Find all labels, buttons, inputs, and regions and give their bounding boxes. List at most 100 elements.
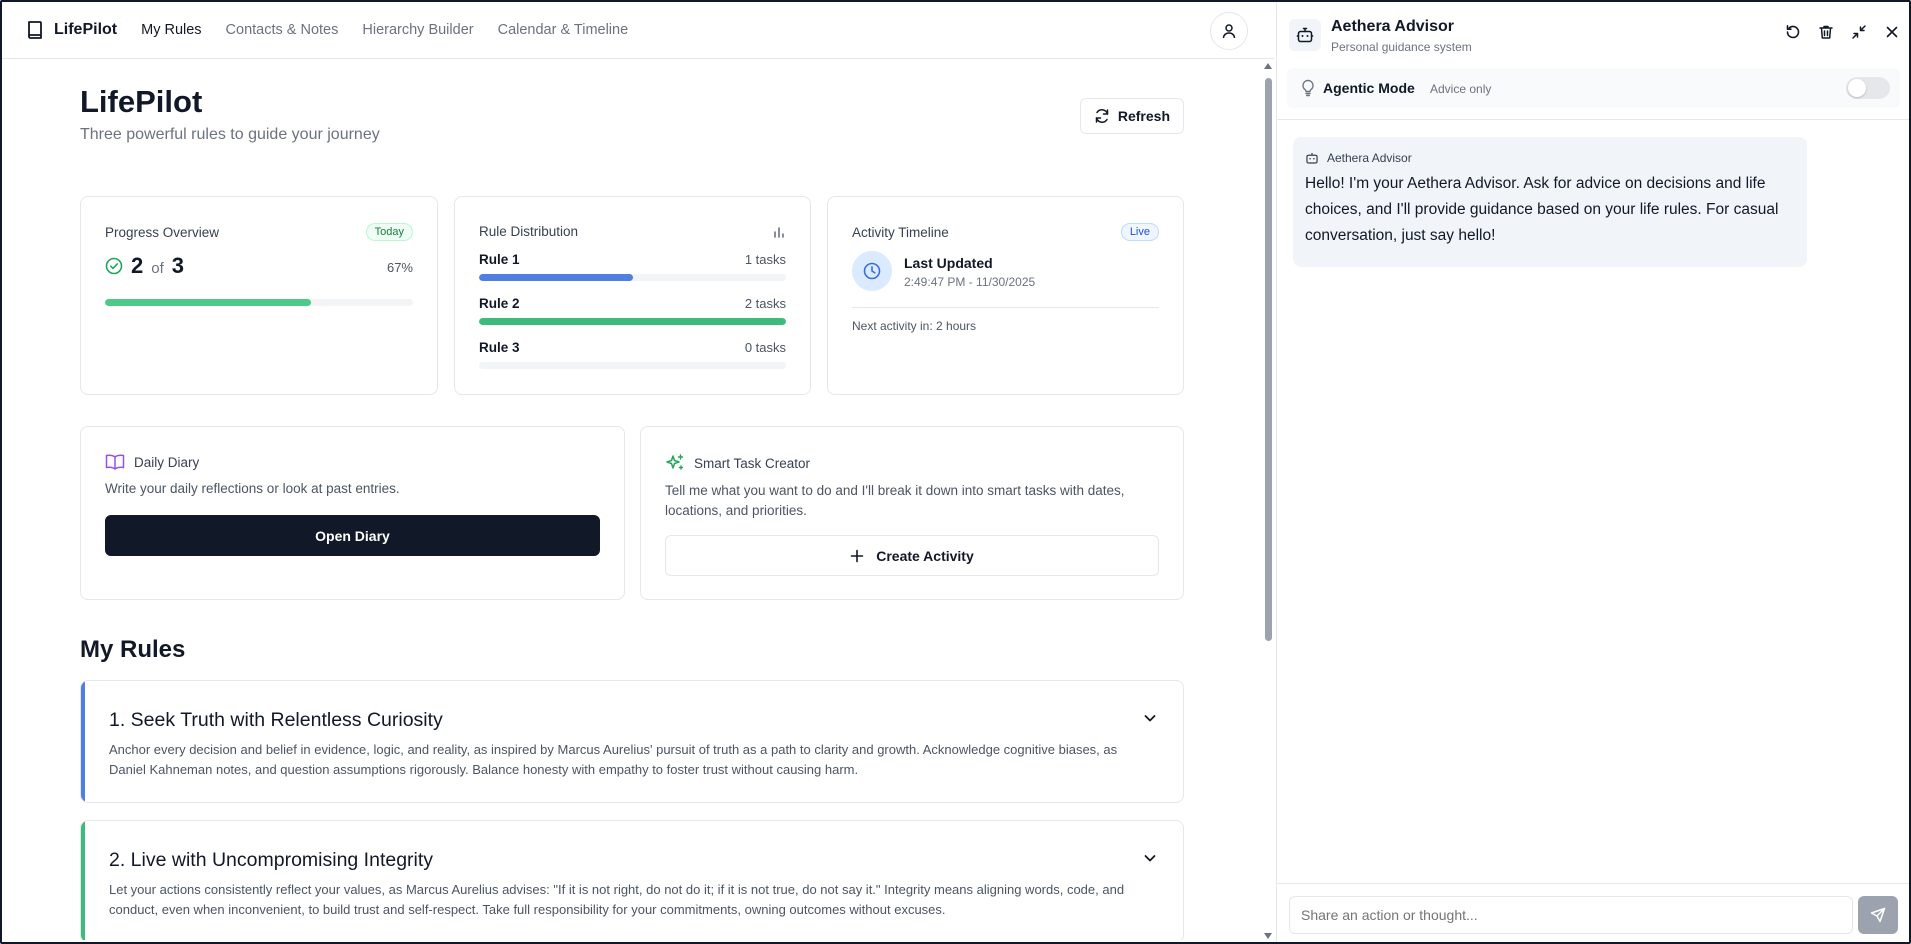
progress-done: 2 <box>131 253 144 278</box>
nav-link-calendar-timeline[interactable]: Calendar & Timeline <box>498 22 629 38</box>
refresh-label: Refresh <box>1117 108 1170 124</box>
create-activity-button[interactable]: Create Activity <box>665 535 1159 576</box>
task-creator-header: Smart Task Creator <box>665 453 810 473</box>
send-button[interactable] <box>1858 896 1898 934</box>
bot-avatar <box>1289 19 1321 51</box>
plus-icon <box>850 549 864 563</box>
lightbulb-icon <box>1301 79 1315 97</box>
send-icon <box>1870 907 1886 923</box>
scroll-down-arrow-icon[interactable] <box>1264 933 1272 939</box>
today-badge: Today <box>365 223 413 241</box>
progress-bar-fill <box>105 299 312 306</box>
distribution-rule-count: 1 tasks <box>744 252 786 267</box>
message-author: Aethera Advisor <box>1305 151 1795 165</box>
activity-divider <box>852 307 1159 308</box>
live-badge: Live <box>1120 223 1159 241</box>
last-updated-value: 2:49:47 PM - 11/30/2025 <box>904 275 1036 289</box>
distribution-row-rule-1: Rule 1 1 tasks <box>479 252 786 281</box>
distribution-rule-count: 2 tasks <box>744 296 786 311</box>
smart-task-creator-card: Smart Task Creator Tell me what you want… <box>640 426 1184 600</box>
nav-link-hierarchy-builder[interactable]: Hierarchy Builder <box>362 22 473 38</box>
app-window: LifePilot My Rules Contacts & Notes Hier… <box>0 0 1911 944</box>
task-creator-description: Tell me what you want to do and I'll bre… <box>665 483 1125 518</box>
distribution-rule-label: Rule 2 <box>479 296 520 311</box>
clock-badge <box>852 251 892 291</box>
diary-header: Daily Diary <box>105 453 199 471</box>
distribution-bar-fill <box>479 274 633 281</box>
book-icon <box>26 20 44 40</box>
agentic-mode-toggle[interactable] <box>1846 77 1890 99</box>
rule-card-2[interactable]: 2. Live with Uncompromising Integrity Le… <box>80 820 1184 940</box>
page-title: LifePilot <box>80 84 203 119</box>
nav-link-my-rules[interactable]: My Rules <box>141 22 201 38</box>
reset-icon[interactable] <box>1785 24 1801 40</box>
close-icon[interactable] <box>1884 24 1900 40</box>
distribution-rule-count: 0 tasks <box>744 340 786 355</box>
toggle-knob <box>1848 79 1866 97</box>
rule-description: Anchor every decision and belief in evid… <box>109 742 1118 777</box>
bar-chart-icon <box>772 225 786 239</box>
distribution-bar-fill <box>479 318 786 325</box>
progress-overview-card: Progress Overview Today 2 of 3 67% <box>80 196 438 395</box>
main-content: LifePilot Three powerful rules to guide … <box>80 60 1184 940</box>
main-scrollbar[interactable] <box>1263 60 1274 942</box>
user-icon <box>1221 23 1237 39</box>
rule-title: 2. Live with Uncompromising Integrity <box>109 849 434 871</box>
agentic-mode-bar: Agentic Mode Advice only <box>1287 68 1900 108</box>
clock-icon <box>862 261 882 281</box>
message-text: Hello! I'm your Aethera Advisor. Ask for… <box>1305 175 1779 244</box>
rule-accent-bar <box>81 681 85 802</box>
progress-count: 2 of 3 <box>105 253 184 279</box>
distribution-bar <box>479 362 786 369</box>
advisor-header: Aethera Advisor Personal guidance system <box>1277 2 1909 60</box>
user-menu-button[interactable] <box>1210 12 1248 50</box>
page-subtitle: Three powerful rules to guide your journ… <box>80 126 380 143</box>
minimize-icon[interactable] <box>1851 24 1867 40</box>
advisor-subtitle: Personal guidance system <box>1331 40 1472 54</box>
progress-bar <box>105 299 413 306</box>
my-rules-heading: My Rules <box>80 636 186 663</box>
chevron-down-icon[interactable] <box>1143 851 1157 865</box>
brand[interactable]: LifePilot <box>26 20 117 40</box>
advisor-panel: Aethera Advisor Personal guidance system <box>1276 2 1909 942</box>
bot-icon <box>1305 151 1319 165</box>
rule-card-1[interactable]: 1. Seek Truth with Relentless Curiosity … <box>80 680 1184 803</box>
diary-description: Write your daily reflections or look at … <box>105 481 400 496</box>
scroll-up-arrow-icon[interactable] <box>1264 63 1272 69</box>
open-diary-button[interactable]: Open Diary <box>105 515 600 556</box>
chevron-down-icon[interactable] <box>1143 711 1157 725</box>
progress-total: 3 <box>171 253 185 278</box>
advisor-header-actions <box>1785 24 1900 40</box>
nav-link-contacts-notes[interactable]: Contacts & Notes <box>226 22 339 38</box>
daily-diary-card: Daily Diary Write your daily reflections… <box>80 426 625 600</box>
distribution-title: Rule Distribution <box>479 224 579 239</box>
advisor-message: Aethera Advisor Hello! I'm your Aethera … <box>1293 137 1807 267</box>
progress-of: of <box>151 260 164 277</box>
message-author-name: Aethera Advisor <box>1327 151 1412 165</box>
agentic-mode-label: Agentic Mode <box>1323 80 1415 96</box>
progress-percent: 67% <box>386 260 413 275</box>
distribution-rule-label: Rule 3 <box>479 340 520 355</box>
check-circle-icon <box>105 257 123 275</box>
last-updated-label: Last Updated <box>904 255 993 271</box>
brand-name: LifePilot <box>54 21 118 38</box>
next-activity: Next activity in: 2 hours <box>852 319 977 333</box>
rule-description: Let your actions consistently reflect yo… <box>109 882 1125 917</box>
activity-timeline-card: Activity Timeline Live Last Updated 2:49… <box>827 196 1184 395</box>
rule-accent-bar <box>81 821 85 940</box>
main-pane: LifePilot My Rules Contacts & Notes Hier… <box>2 2 1274 942</box>
message-input[interactable] <box>1289 896 1853 934</box>
scrollbar-thumb[interactable] <box>1265 78 1272 641</box>
progress-title: Progress Overview <box>105 225 220 240</box>
rule-title: 1. Seek Truth with Relentless Curiosity <box>109 709 443 731</box>
task-creator-title: Smart Task Creator <box>694 455 811 471</box>
create-activity-label: Create Activity <box>876 547 974 564</box>
refresh-button[interactable]: Refresh <box>1079 98 1184 134</box>
distribution-rule-label: Rule 1 <box>479 252 520 267</box>
diary-title: Daily Diary <box>134 454 200 470</box>
rule-distribution-card: Rule Distribution Rule 1 1 tasks Rule 2 … <box>454 196 811 395</box>
sparkles-icon <box>665 453 685 473</box>
trash-icon[interactable] <box>1818 24 1834 40</box>
advisor-divider <box>1277 119 1909 120</box>
open-book-icon <box>105 453 125 471</box>
